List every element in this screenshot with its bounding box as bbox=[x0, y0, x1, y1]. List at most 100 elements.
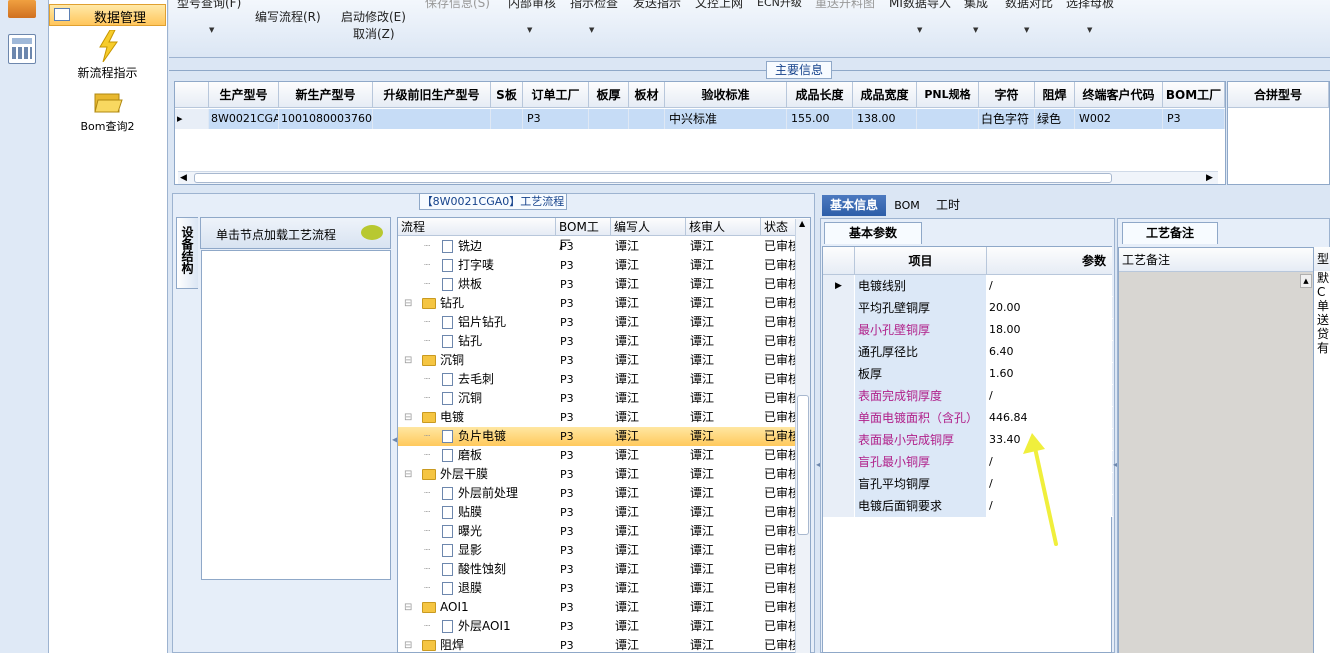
chevron-down-icon[interactable]: ▼ bbox=[1087, 26, 1092, 34]
tab-work-hours[interactable]: 工时 bbox=[930, 195, 966, 216]
table-cell[interactable]: W002 bbox=[1075, 109, 1163, 129]
toolbar-start-modify[interactable]: 启动修改(E) bbox=[341, 8, 406, 25]
tree-scrollbar[interactable]: ▲ bbox=[795, 219, 810, 653]
scroll-up-icon[interactable]: ▲ bbox=[1300, 274, 1312, 288]
scroll-left-icon[interactable]: ◀ bbox=[180, 173, 187, 183]
param-value[interactable]: 446.84 bbox=[987, 407, 1112, 429]
grid-header[interactable]: 板厚 bbox=[589, 82, 629, 108]
tree-row[interactable]: ⊟ 外层干膜 P3 谭江 谭江 已审核 bbox=[398, 465, 798, 484]
tree-row[interactable]: ⊟ 阻焊 P3 谭江 谭江 已审核 bbox=[398, 636, 798, 652]
param-value[interactable]: / bbox=[987, 385, 1112, 407]
tree-header[interactable]: BOM工厂 bbox=[556, 218, 611, 252]
grid-header[interactable]: 终端客户代码 bbox=[1075, 82, 1163, 108]
grid-header[interactable]: 验收标准 bbox=[665, 82, 787, 108]
table-cell[interactable] bbox=[589, 109, 629, 129]
chevron-down-icon[interactable]: ▼ bbox=[1024, 26, 1029, 34]
grid-header[interactable]: BOM工厂 bbox=[1163, 82, 1225, 108]
toolbar-select-mother[interactable]: 选择母板 bbox=[1066, 0, 1114, 11]
tree-header[interactable]: 流程 bbox=[398, 218, 556, 236]
params-row[interactable]: 表面完成铜厚度 / bbox=[823, 385, 1113, 407]
tree-row[interactable]: ⊟ AOI1 P3 谭江 谭江 已审核 bbox=[398, 598, 798, 617]
toolbar-edit-flow[interactable]: 编写流程(R) bbox=[255, 8, 321, 25]
toolbar-internal-review[interactable]: 内部审核 bbox=[508, 0, 556, 11]
params-row[interactable]: 最小孔壁铜厚 18.00 bbox=[823, 319, 1113, 341]
table-cell[interactable] bbox=[373, 109, 491, 129]
table-cell[interactable]: 8W0021CGA0 bbox=[209, 109, 279, 129]
toolbar-doc-online[interactable]: 文控上网 bbox=[695, 0, 743, 11]
chevron-down-icon[interactable]: ▼ bbox=[527, 26, 532, 34]
chevron-down-icon[interactable]: ▼ bbox=[917, 26, 922, 34]
notes-header[interactable]: 工艺备注 bbox=[1119, 248, 1313, 272]
grid-header[interactable]: 板材 bbox=[629, 82, 665, 108]
tree-row[interactable]: ┈ 退膜 P3 谭江 谭江 已审核 bbox=[398, 579, 798, 598]
params-header-item[interactable]: 项目 bbox=[855, 247, 987, 275]
table-cell[interactable]: 138.00 bbox=[853, 109, 917, 129]
table-cell[interactable]: 10010800037603 bbox=[279, 109, 373, 129]
grid-header[interactable]: 订单工厂 bbox=[523, 82, 589, 108]
toolbar-model-query[interactable]: 型号查询(F) bbox=[177, 0, 241, 11]
tree-row[interactable]: ┈ 铝片钻孔 P3 谭江 谭江 已审核 bbox=[398, 313, 798, 332]
tree-row[interactable]: ⊟ 钻孔 P3 谭江 谭江 已审核 bbox=[398, 294, 798, 313]
table-cell[interactable] bbox=[917, 109, 979, 129]
tree-header[interactable]: 编写人 bbox=[611, 218, 686, 236]
table-cell[interactable]: 中兴标准 bbox=[665, 109, 787, 129]
toolbar-save-info[interactable]: 保存信息(S) bbox=[425, 0, 490, 11]
grid-header[interactable]: PNL规格 bbox=[917, 82, 979, 108]
toolbar-mi-import[interactable]: MI数据导入 bbox=[889, 0, 951, 11]
tab-process-notes[interactable]: 工艺备注 bbox=[1122, 222, 1218, 244]
table-cell[interactable]: 155.00 bbox=[787, 109, 853, 129]
param-value[interactable]: 6.40 bbox=[987, 341, 1112, 363]
grid-header[interactable]: 新生产型号 bbox=[279, 82, 373, 108]
scroll-up-icon[interactable]: ▲ bbox=[799, 219, 805, 228]
table-cell[interactable]: 白色字符 bbox=[979, 109, 1035, 129]
tree-row[interactable]: ⊟ 电镀 P3 谭江 谭江 已审核 bbox=[398, 408, 798, 427]
scroll-right-icon[interactable]: ▶ bbox=[1206, 173, 1213, 183]
table-cell[interactable] bbox=[491, 109, 523, 129]
notes-body[interactable]: ▲ bbox=[1119, 272, 1313, 653]
table-cell[interactable]: 绿色 bbox=[1035, 109, 1075, 129]
nav-header-data-management[interactable]: 数据管理 bbox=[49, 4, 166, 26]
table-cell[interactable]: P3 bbox=[523, 109, 589, 129]
param-value[interactable]: 18.00 bbox=[987, 319, 1112, 341]
tree-row[interactable]: ┈ 铣边 P3 谭江 谭江 已审核 bbox=[398, 237, 798, 256]
grid-header[interactable]: 成品宽度 bbox=[853, 82, 917, 108]
tree-row[interactable]: ┈ 贴膜 P3 谭江 谭江 已审核 bbox=[398, 503, 798, 522]
scroll-thumb[interactable] bbox=[194, 173, 1112, 183]
toolbar-send[interactable]: 发送指示 bbox=[633, 0, 681, 11]
tree-row[interactable]: ┈ 磨板 P3 谭江 谭江 已审核 bbox=[398, 446, 798, 465]
params-row[interactable]: 单面电镀面积（含孔） 446.84 bbox=[823, 407, 1113, 429]
tree-header[interactable]: 核审人 bbox=[686, 218, 761, 236]
nav-item-bom-query[interactable]: Bom查询2 bbox=[49, 90, 166, 134]
table-cell[interactable] bbox=[629, 109, 665, 129]
tree-row[interactable]: ┈ 沉铜 P3 谭江 谭江 已审核 bbox=[398, 389, 798, 408]
param-value[interactable]: / bbox=[987, 275, 1112, 297]
tree-row[interactable]: ┈ 显影 P3 谭江 谭江 已审核 bbox=[398, 541, 798, 560]
grid-header[interactable]: 成品长度 bbox=[787, 82, 853, 108]
toolbar-cancel[interactable]: 取消(Z) bbox=[353, 25, 395, 42]
toolbar-compare[interactable]: 数据对比 bbox=[1005, 0, 1053, 11]
grid-header[interactable]: 升级前旧生产型号 bbox=[373, 82, 491, 108]
tab-equipment-structure[interactable]: 设备结构 bbox=[176, 217, 198, 289]
chevron-down-icon[interactable]: ▼ bbox=[973, 26, 978, 34]
tree-row[interactable]: ┈ 钻孔 P3 谭江 谭江 已审核 bbox=[398, 332, 798, 351]
params-row[interactable]: 板厚 1.60 bbox=[823, 363, 1113, 385]
tab-basic-info[interactable]: 基本信息 bbox=[822, 195, 886, 216]
chevron-down-icon[interactable]: ▼ bbox=[589, 26, 594, 34]
param-value[interactable]: 1.60 bbox=[987, 363, 1112, 385]
tree-row[interactable]: ⊟ 沉铜 P3 谭江 谭江 已审核 bbox=[398, 351, 798, 370]
grid-header[interactable]: 字符 bbox=[979, 82, 1035, 108]
factory-icon[interactable] bbox=[8, 0, 36, 18]
grid-header[interactable]: S板 bbox=[491, 82, 523, 108]
toolbar-integrate[interactable]: 集成 bbox=[964, 0, 988, 11]
splitter[interactable] bbox=[169, 186, 1330, 192]
toolbar-ecn-upgrade[interactable]: ECN升级 bbox=[757, 0, 802, 10]
tree-row[interactable]: ┈ 打字唛 P3 谭江 谭江 已审核 bbox=[398, 256, 798, 275]
table-cell[interactable]: P3 bbox=[1163, 109, 1225, 129]
tree-row[interactable]: ┈ 负片电镀 P3 谭江 谭江 已审核 bbox=[398, 427, 798, 446]
toolbar-resend-cut[interactable]: 重送开料图 bbox=[815, 0, 875, 11]
grid-header[interactable]: 阻焊 bbox=[1035, 82, 1075, 108]
param-value[interactable]: 20.00 bbox=[987, 297, 1112, 319]
tab-basic-params[interactable]: 基本参数 bbox=[824, 222, 922, 244]
calculator-icon[interactable] bbox=[8, 34, 36, 64]
tree-row[interactable]: ┈ 曝光 P3 谭江 谭江 已审核 bbox=[398, 522, 798, 541]
